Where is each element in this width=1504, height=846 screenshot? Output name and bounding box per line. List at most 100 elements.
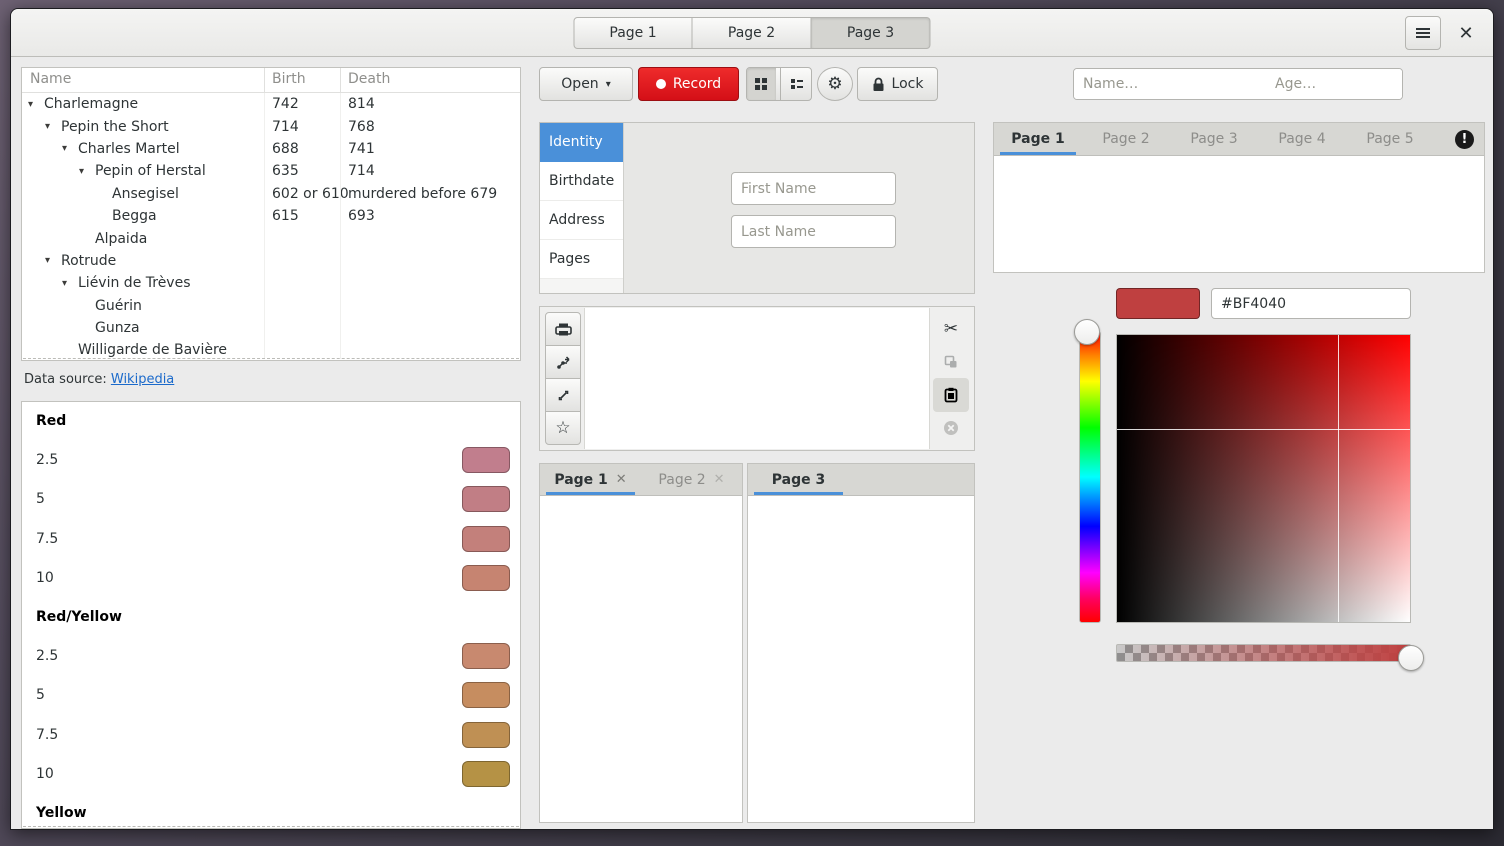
- favorite-tool-button[interactable]: ☆: [545, 411, 581, 445]
- color-list-item[interactable]: 2.5: [22, 440, 520, 480]
- color-swatch-button[interactable]: [1116, 288, 1200, 319]
- name-input[interactable]: [1074, 69, 1266, 99]
- titlebar-tab-page-2[interactable]: Page 2: [693, 17, 812, 49]
- column-divider: [264, 93, 265, 359]
- hue-slider-handle[interactable]: [1074, 319, 1100, 345]
- data-source-caption: Data source: Wikipedia: [24, 372, 174, 387]
- cancel-button[interactable]: [933, 411, 969, 445]
- color-swatch: [462, 565, 510, 591]
- sidebar-item-birthdate[interactable]: Birthdate: [540, 162, 623, 201]
- last-name-field[interactable]: [731, 215, 896, 248]
- expander-icon[interactable]: ▾: [28, 99, 44, 110]
- color-list-item[interactable]: 5: [22, 480, 520, 520]
- tree-row[interactable]: ▾Pepin the Short714768: [22, 115, 520, 137]
- wikipedia-link[interactable]: Wikipedia: [111, 372, 174, 387]
- print-tool-button[interactable]: [545, 312, 581, 346]
- alpha-slider-handle[interactable]: [1398, 645, 1424, 671]
- saturation-value-plane[interactable]: [1116, 334, 1411, 623]
- tree-name-label: Alpaida: [95, 231, 147, 247]
- sidebar-item-address[interactable]: Address: [540, 201, 623, 240]
- tree-row[interactable]: ▾Pepin of Herstal635714: [22, 160, 520, 182]
- tree-row[interactable]: Ansegisel602 or 610murdered before 679: [22, 183, 520, 205]
- tab-page-2[interactable]: Page 2: [1082, 123, 1170, 155]
- tree-name-label: Rotrude: [61, 253, 116, 269]
- cut-button[interactable]: ✂: [933, 312, 969, 346]
- first-name-field[interactable]: [731, 172, 896, 205]
- cancel-icon: [943, 420, 959, 436]
- notebook-left: Page 1✕Page 2✕: [539, 463, 743, 823]
- sidebar-item-identity[interactable]: Identity: [540, 123, 623, 162]
- alpha-slider[interactable]: [1116, 644, 1411, 662]
- color-list-item[interactable]: 10: [22, 559, 520, 599]
- tree-row[interactable]: Begga615693: [22, 205, 520, 227]
- copy-button[interactable]: [933, 345, 969, 379]
- tree-col-name[interactable]: Name: [30, 71, 71, 87]
- tab-label: Page 5: [1366, 131, 1413, 147]
- tree-cell-name: Begga: [22, 208, 157, 224]
- tab-close-icon[interactable]: ✕: [714, 472, 725, 487]
- expander-icon[interactable]: ▾: [62, 143, 78, 154]
- tab-page-2[interactable]: Page 2✕: [641, 464, 742, 495]
- tab-page-1[interactable]: Page 1: [994, 123, 1082, 155]
- tree-col-birth[interactable]: Birth: [272, 71, 306, 87]
- color-list-item[interactable]: 7.5: [22, 715, 520, 755]
- color-list-item[interactable]: 2.5: [22, 636, 520, 676]
- settings-button[interactable]: ⚙: [817, 67, 853, 101]
- family-tree: Name Birth Death ▾Charlemagne742814▾Pepi…: [21, 67, 521, 361]
- color-list-item[interactable]: 5: [22, 676, 520, 716]
- tree-row[interactable]: ▾Charles Martel688741: [22, 138, 520, 160]
- tree-cell-name: ▾Pepin the Short: [22, 119, 169, 135]
- age-input[interactable]: [1266, 69, 1403, 99]
- color-listbox: Red2.557.510Red/Yellow2.557.510Yellow: [21, 401, 521, 829]
- color-list-item[interactable]: 10: [22, 755, 520, 795]
- tab-page-1[interactable]: Page 1✕: [540, 464, 641, 495]
- tree-row[interactable]: ▾Liévin de Trèves: [22, 272, 520, 294]
- warning-icon[interactable]: !: [1455, 130, 1474, 149]
- tab-page-5[interactable]: Page 5: [1346, 123, 1434, 155]
- tree-row[interactable]: Gunza: [22, 317, 520, 339]
- tree-cell-name: Ansegisel: [22, 186, 179, 202]
- titlebar-tab-page-1[interactable]: Page 1: [574, 17, 693, 49]
- hex-color-field[interactable]: [1211, 288, 1411, 319]
- tree-col-death[interactable]: Death: [348, 71, 390, 87]
- notebook-right-tabbar: Page 3: [748, 464, 974, 496]
- tab-page-4[interactable]: Page 4: [1258, 123, 1346, 155]
- tab-close-icon[interactable]: ✕: [616, 472, 627, 487]
- sidebar-item-pages[interactable]: Pages: [540, 240, 623, 279]
- copy-icon: [944, 355, 958, 369]
- scroll-undershoot: [23, 358, 519, 359]
- window-close-button[interactable]: ✕: [1449, 16, 1483, 50]
- color-section-header: Red/Yellow: [22, 598, 520, 636]
- tree-row[interactable]: Guérin: [22, 295, 520, 317]
- scroll-undershoot: [23, 826, 519, 827]
- grid-view-toggle[interactable]: [747, 68, 776, 100]
- record-button[interactable]: Record: [638, 67, 739, 101]
- tab-page-3[interactable]: Page 3: [748, 464, 849, 495]
- titlebar-tab-page-3[interactable]: Page 3: [812, 17, 931, 49]
- toggle-divider: [780, 68, 781, 100]
- tree-cell-birth: 742: [272, 96, 299, 112]
- grid-icon: [754, 77, 768, 91]
- expander-icon[interactable]: ▾: [45, 255, 61, 266]
- fullscreen-tool-button[interactable]: [545, 378, 581, 412]
- expander-icon[interactable]: ▾: [62, 278, 78, 289]
- list-view-toggle[interactable]: [783, 68, 812, 100]
- open-button[interactable]: Open ▾: [539, 67, 633, 101]
- expander-icon[interactable]: ▾: [79, 166, 95, 177]
- tree-row[interactable]: Alpaida: [22, 227, 520, 249]
- color-list-item[interactable]: 7.5: [22, 519, 520, 559]
- hue-slider[interactable]: [1079, 331, 1101, 623]
- tree-row[interactable]: ▾Rotrude: [22, 250, 520, 272]
- paste-button[interactable]: [933, 378, 969, 412]
- canvas[interactable]: [584, 308, 930, 449]
- menu-button[interactable]: [1405, 16, 1441, 50]
- linked-entry-group: ☻: [1073, 68, 1403, 100]
- tree-cell-name: Gunza: [22, 320, 140, 336]
- tree-row[interactable]: ▾Charlemagne742814: [22, 93, 520, 115]
- tab-page-3[interactable]: Page 3: [1170, 123, 1258, 155]
- tree-cell-name: ▾Rotrude: [22, 253, 116, 269]
- share-tool-button[interactable]: [545, 345, 581, 379]
- lock-button[interactable]: Lock: [857, 67, 938, 101]
- expander-icon[interactable]: ▾: [45, 121, 61, 132]
- tab-label: Page 1: [1011, 131, 1064, 147]
